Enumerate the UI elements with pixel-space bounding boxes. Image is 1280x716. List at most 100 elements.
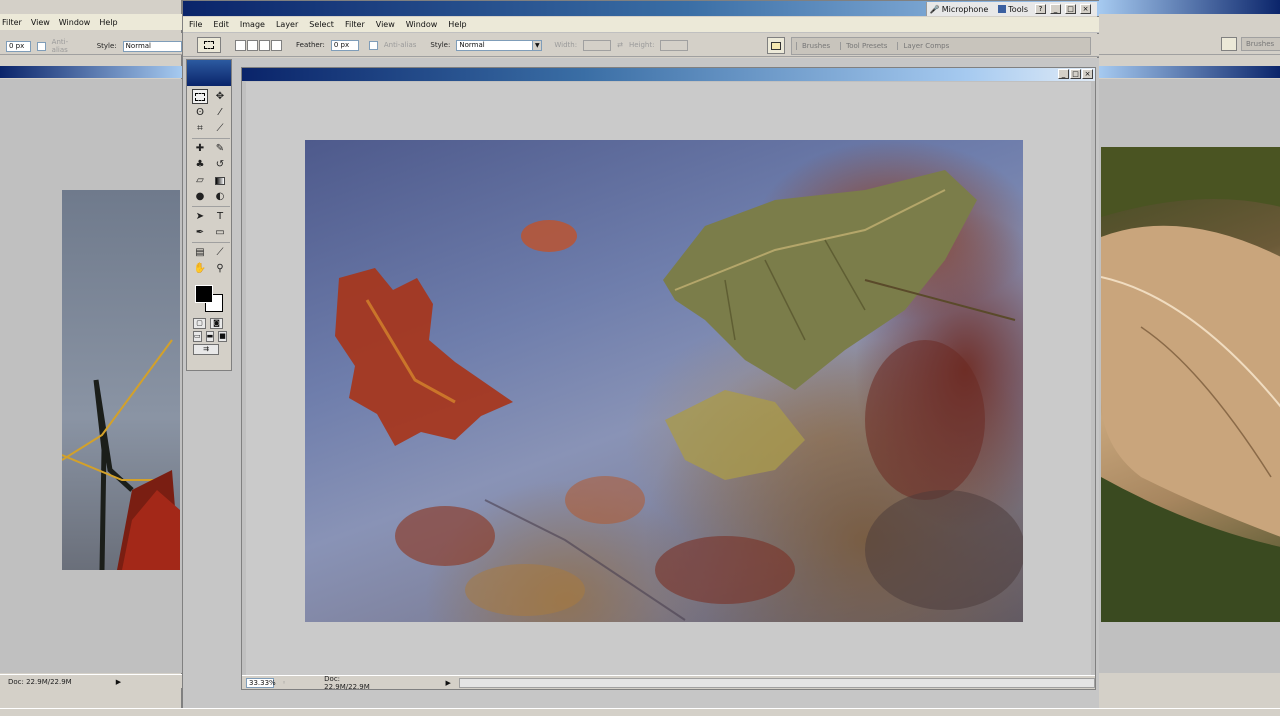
zoom-level-field[interactable]: 33.33% [246,677,276,688]
dodge-icon[interactable]: ◐ [212,189,228,204]
tool-preset-picker[interactable] [197,37,221,53]
standard-screen-icon[interactable]: ▭ [193,331,202,342]
doc-maximize-button[interactable]: □ [1070,69,1081,79]
language-bar: 🎤 Microphone Tools ? _ □ × [925,2,1097,16]
document-status-bar: 33.33% ◦ Doc: 22.9M/22.9M ▶ [242,674,1095,691]
palette-tab-layer-comps[interactable]: Layer Comps [897,42,949,50]
jump-to-imageready-icon[interactable]: ⇉ [193,344,219,355]
close-button[interactable]: × [1080,4,1091,14]
document-titlebar[interactable] [242,68,1095,81]
doc-minimize-button[interactable]: _ [1058,69,1069,79]
subtract-selection-icon[interactable] [259,39,270,51]
full-screen-menu-icon[interactable]: ▬ [205,331,215,342]
style-select[interactable]: Normal ▼ [456,39,543,51]
style-label: Style: [430,41,451,49]
move-icon[interactable]: ✥ [212,89,228,104]
left-anti-alias-checkbox[interactable] [36,41,46,51]
microphone-label: Microphone [941,4,989,14]
path-selection-icon[interactable]: ➤ [192,209,208,224]
color-swatches [192,283,226,313]
add-to-selection-icon[interactable] [247,39,258,51]
right-palette-toggle-icon[interactable] [1221,37,1237,51]
zoom-spinner-icon[interactable]: ◦ [282,679,286,687]
right-document-titlebar[interactable] [1099,66,1280,78]
type-icon[interactable]: T [212,209,228,224]
clone-stamp-icon[interactable]: ♣ [192,157,208,172]
left-style-select[interactable]: Normal [122,40,182,52]
left-status-arrow-icon[interactable]: ▶ [116,678,121,686]
pen-icon[interactable]: ✒ [192,225,208,240]
minimize-button[interactable]: _ [1050,4,1061,14]
left-feather-field[interactable]: 0 px [6,40,31,52]
menu-window[interactable]: Window [406,20,438,29]
width-field[interactable] [583,39,612,51]
palette-tab-tool-presets[interactable]: Tool Presets [840,42,887,50]
document-canvas[interactable] [246,82,1091,675]
slice-icon[interactable]: ⟋ [212,121,228,136]
notes-icon[interactable]: ▤ [192,245,208,260]
standard-mode-icon[interactable]: ▢ [193,318,206,329]
eyedropper-icon[interactable]: ⟋ [212,245,228,260]
lasso-icon[interactable]: ʘ [192,105,208,120]
status-menu-arrow-icon[interactable]: ▶ [445,679,450,687]
tools-label: Tools [1008,4,1028,14]
menu-filter[interactable]: Filter [2,18,22,27]
doc-close-button[interactable]: × [1082,69,1093,79]
left-document-window: Filter View Window Help 0 px Anti-alias … [0,0,182,716]
microphone-button[interactable]: 🎤 Microphone [927,5,992,14]
imageready-row: ⇉ [187,343,231,356]
maximize-button[interactable]: □ [1065,4,1076,14]
height-field[interactable] [660,39,689,51]
right-document-photo[interactable] [1101,147,1280,622]
screen-mode-row: ▭ ▬ ■ [187,330,231,343]
tools-icon [998,5,1007,13]
left-document-titlebar[interactable] [0,66,182,78]
quick-mask-icon[interactable]: ◙ [210,318,223,329]
brush-icon[interactable]: ✎ [212,141,228,156]
menu-view[interactable]: View [31,18,50,27]
new-selection-icon[interactable] [235,39,246,51]
file-browser-icon[interactable] [767,37,785,54]
full-screen-icon[interactable]: ■ [218,331,227,342]
hand-icon[interactable]: ✋ [192,261,208,276]
feather-field[interactable]: 0 px [330,39,359,51]
toolbox-divider [192,138,230,139]
zoom-icon[interactable]: ⚲ [212,261,228,276]
autumn-leaves-graphic [335,170,1023,621]
menu-help[interactable]: Help [448,20,466,29]
help-icon[interactable]: ? [1035,4,1046,14]
right-titlebar [1099,0,1280,14]
marquee-icon[interactable] [192,89,208,104]
menu-select[interactable]: Select [309,20,334,29]
history-brush-icon[interactable]: ↺ [212,157,228,172]
menu-view[interactable]: View [376,20,395,29]
left-doc-size: Doc: 22.9M/22.9M [8,677,72,686]
crop-icon[interactable]: ⌗ [192,121,208,136]
healing-brush-icon[interactable]: ✚ [192,141,208,156]
palette-tab-brushes[interactable]: Brushes [796,42,830,50]
blur-icon[interactable]: ● [192,189,208,204]
menu-help[interactable]: Help [99,18,117,27]
anti-alias-checkbox[interactable] [368,40,378,50]
swap-dimensions-icon[interactable]: ⇄ [617,41,623,49]
autumn-leaves-photo[interactable] [305,140,1023,622]
gradient-icon[interactable] [212,173,228,188]
menu-window[interactable]: Window [59,18,91,27]
horizontal-scrollbar[interactable] [458,677,1095,688]
left-menubar: Filter View Window Help [0,14,182,30]
shape-icon[interactable]: ▭ [212,225,228,240]
intersect-selection-icon[interactable] [271,39,282,51]
magic-wand-icon[interactable]: ⁄ [212,105,228,120]
menu-edit[interactable]: Edit [213,20,229,29]
eraser-icon[interactable]: ▱ [192,173,208,188]
toolbox-titlebar[interactable] [187,60,231,86]
menu-filter[interactable]: Filter [345,20,365,29]
menu-file[interactable]: File [189,20,202,29]
tools-button[interactable]: Tools [995,5,1031,14]
foreground-color-swatch[interactable] [195,285,213,303]
menu-image[interactable]: Image [240,20,265,29]
menu-layer[interactable]: Layer [276,20,298,29]
document-size-info: Doc: 22.9M/22.9M [324,674,370,691]
left-document-photo[interactable] [62,190,180,570]
right-palette-tab-brushes[interactable]: Brushes [1241,37,1280,51]
